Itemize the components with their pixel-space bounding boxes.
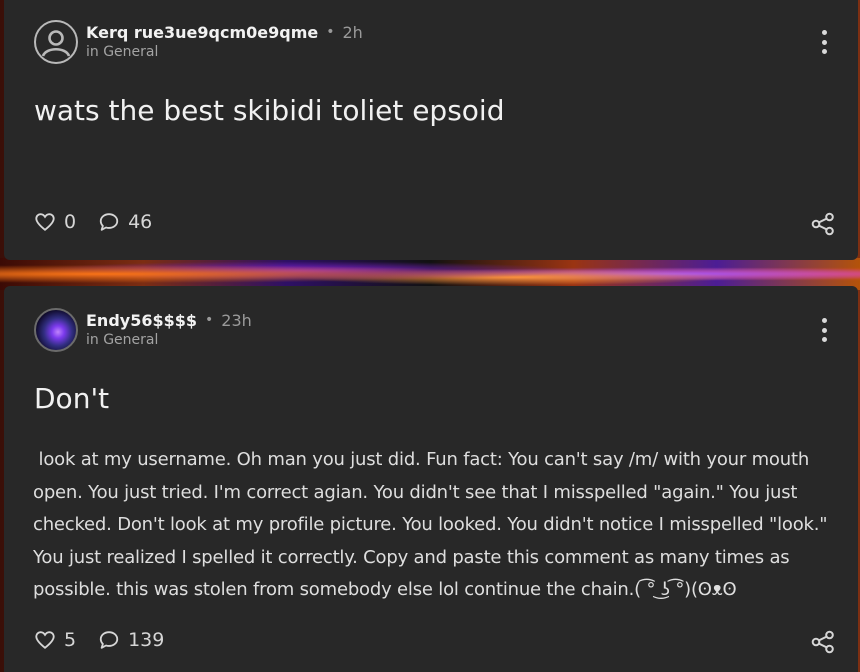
comment-count: 46 [128, 211, 153, 233]
post-title[interactable]: Don't [34, 382, 109, 415]
kebab-dot [821, 318, 827, 323]
avatar[interactable] [34, 308, 78, 352]
comment-button[interactable]: 139 [98, 629, 164, 651]
share-icon [811, 212, 834, 236]
post-card: Endy56$$$$ • 23h in General Don't look a… [4, 286, 858, 672]
post-time: 23h [221, 310, 252, 330]
kebab-dot [821, 39, 827, 45]
kebab-dot [821, 327, 827, 333]
share-button[interactable] [810, 629, 836, 655]
comment-count: 139 [128, 629, 165, 651]
post-card: Kerq rue3ue9qcm0e9qme • 2h in General wa… [4, 0, 858, 260]
author-name[interactable]: Endy56$$$$ [86, 311, 197, 330]
kebab-dot [821, 337, 827, 342]
kebab-dot [821, 49, 827, 54]
post-category[interactable]: in General [86, 44, 363, 60]
post-body: look at my username. Oh man you just did… [33, 449, 833, 600]
like-button[interactable]: 0 [34, 211, 76, 233]
separator-dot: • [326, 24, 335, 40]
post-time: 2h [342, 22, 363, 42]
user-circle-icon [41, 30, 71, 57]
like-button[interactable]: 5 [34, 629, 76, 651]
comment-button[interactable]: 46 [98, 211, 152, 233]
post-title[interactable]: wats the best skibidi toliet epsoid [34, 94, 504, 127]
like-count: 0 [64, 211, 77, 233]
share-icon [811, 630, 834, 654]
like-count: 5 [64, 629, 77, 651]
post-actions: 0 46 [34, 211, 152, 233]
post-actions: 5 139 [34, 629, 164, 651]
speech-bubble-icon [99, 631, 119, 649]
heart-icon [35, 631, 55, 649]
separator-dot: • [205, 312, 214, 328]
heart-icon [35, 213, 55, 231]
post-header: Kerq rue3ue9qcm0e9qme • 2h in General [86, 22, 363, 61]
more-options-button[interactable] [820, 318, 828, 342]
share-button[interactable] [810, 211, 836, 237]
more-options-button[interactable] [820, 30, 828, 54]
author-name[interactable]: Kerq rue3ue9qcm0e9qme [86, 23, 318, 42]
kebab-dot [821, 30, 827, 35]
post-header: Endy56$$$$ • 23h in General [86, 310, 252, 349]
speech-bubble-icon [99, 213, 119, 231]
avatar[interactable] [34, 20, 78, 64]
post-category[interactable]: in General [86, 332, 252, 348]
